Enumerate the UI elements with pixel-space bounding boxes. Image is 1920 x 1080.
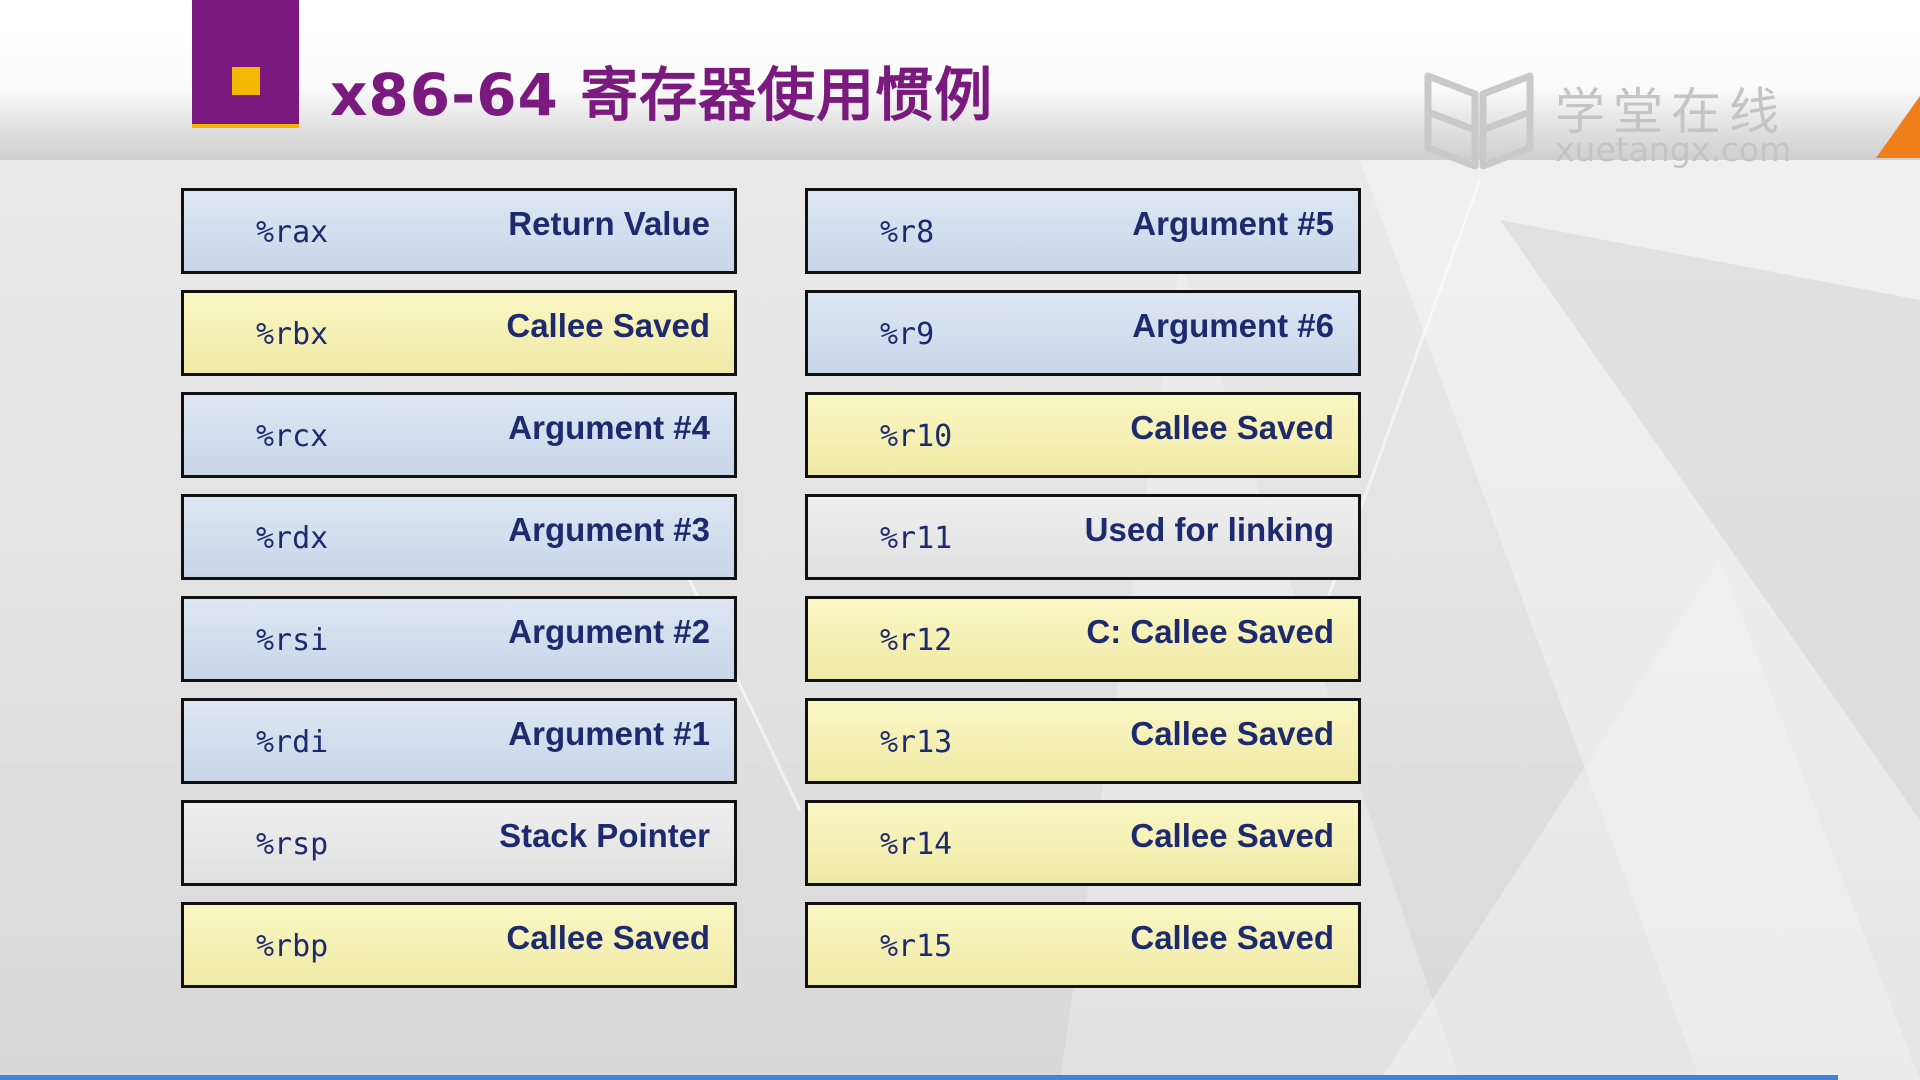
title-accent-block — [192, 0, 299, 128]
register-cell-rsi: %rsi Argument #2 — [181, 596, 737, 682]
register-role: Argument #3 — [508, 511, 710, 548]
register-cell-r9: %r9 Argument #6 — [805, 290, 1361, 376]
register-name: %r14 — [880, 827, 953, 862]
register-cell-rbp: %rbp Callee Saved — [181, 902, 737, 988]
register-column-right: %r8 Argument #5 %r9 Argument #6 %r10 Cal… — [805, 188, 1361, 1004]
register-role: C: Callee Saved — [1086, 613, 1334, 650]
register-name: %r9 — [880, 317, 935, 352]
register-name: %rdx — [256, 521, 329, 556]
register-name: %rax — [256, 215, 329, 250]
register-role: Stack Pointer — [499, 817, 710, 854]
register-name: %rbx — [256, 317, 329, 352]
register-cell-r11: %r11 Used for linking — [805, 494, 1361, 580]
register-role: Callee Saved — [1130, 919, 1334, 956]
register-name: %r12 — [880, 623, 953, 658]
title-bullet-square — [232, 67, 260, 95]
register-cell-r15: %r15 Callee Saved — [805, 902, 1361, 988]
register-role: Argument #1 — [508, 715, 710, 752]
xuetangx-logo: 学堂在线 xuetangx.com — [1420, 66, 1820, 178]
register-name: %rsp — [256, 827, 329, 862]
register-name: %rdi — [256, 725, 329, 760]
register-role: Return Value — [508, 205, 710, 242]
register-role: Argument #6 — [1132, 307, 1334, 344]
register-cell-r8: %r8 Argument #5 — [805, 188, 1361, 274]
register-name: %rsi — [256, 623, 329, 658]
register-cell-rcx: %rcx Argument #4 — [181, 392, 737, 478]
register-role: Callee Saved — [1130, 409, 1334, 446]
register-role: Callee Saved — [506, 307, 710, 344]
register-cell-rbx: %rbx Callee Saved — [181, 290, 737, 376]
register-cell-r12: %r12 C: Callee Saved — [805, 596, 1361, 682]
register-role: Callee Saved — [506, 919, 710, 956]
register-name: %rcx — [256, 419, 329, 454]
register-role: Callee Saved — [1130, 715, 1334, 752]
register-name: %r11 — [880, 521, 953, 556]
register-name: %r10 — [880, 419, 953, 454]
register-cell-r14: %r14 Callee Saved — [805, 800, 1361, 886]
slide-title: x86-64 寄存器使用惯例 — [330, 61, 994, 129]
open-book-icon — [1424, 72, 1534, 170]
register-role: Argument #5 — [1132, 205, 1334, 242]
register-cell-rax: %rax Return Value — [181, 188, 737, 274]
register-cell-rdx: %rdx Argument #3 — [181, 494, 737, 580]
register-cell-rsp: %rsp Stack Pointer — [181, 800, 737, 886]
register-cell-r10: %r10 Callee Saved — [805, 392, 1361, 478]
register-cell-r13: %r13 Callee Saved — [805, 698, 1361, 784]
register-role: Used for linking — [1084, 511, 1334, 548]
logo-domain-text: xuetangx.com — [1555, 130, 1792, 169]
video-progress-bar[interactable] — [0, 1075, 1838, 1080]
register-cell-rdi: %rdi Argument #1 — [181, 698, 737, 784]
register-name: %r8 — [880, 215, 935, 250]
register-name: %r15 — [880, 929, 953, 964]
register-role: Argument #2 — [508, 613, 710, 650]
register-role: Argument #4 — [508, 409, 710, 446]
register-name: %r13 — [880, 725, 953, 760]
register-column-left: %rax Return Value %rbx Callee Saved %rcx… — [181, 188, 737, 1004]
register-role: Callee Saved — [1130, 817, 1334, 854]
register-name: %rbp — [256, 929, 329, 964]
